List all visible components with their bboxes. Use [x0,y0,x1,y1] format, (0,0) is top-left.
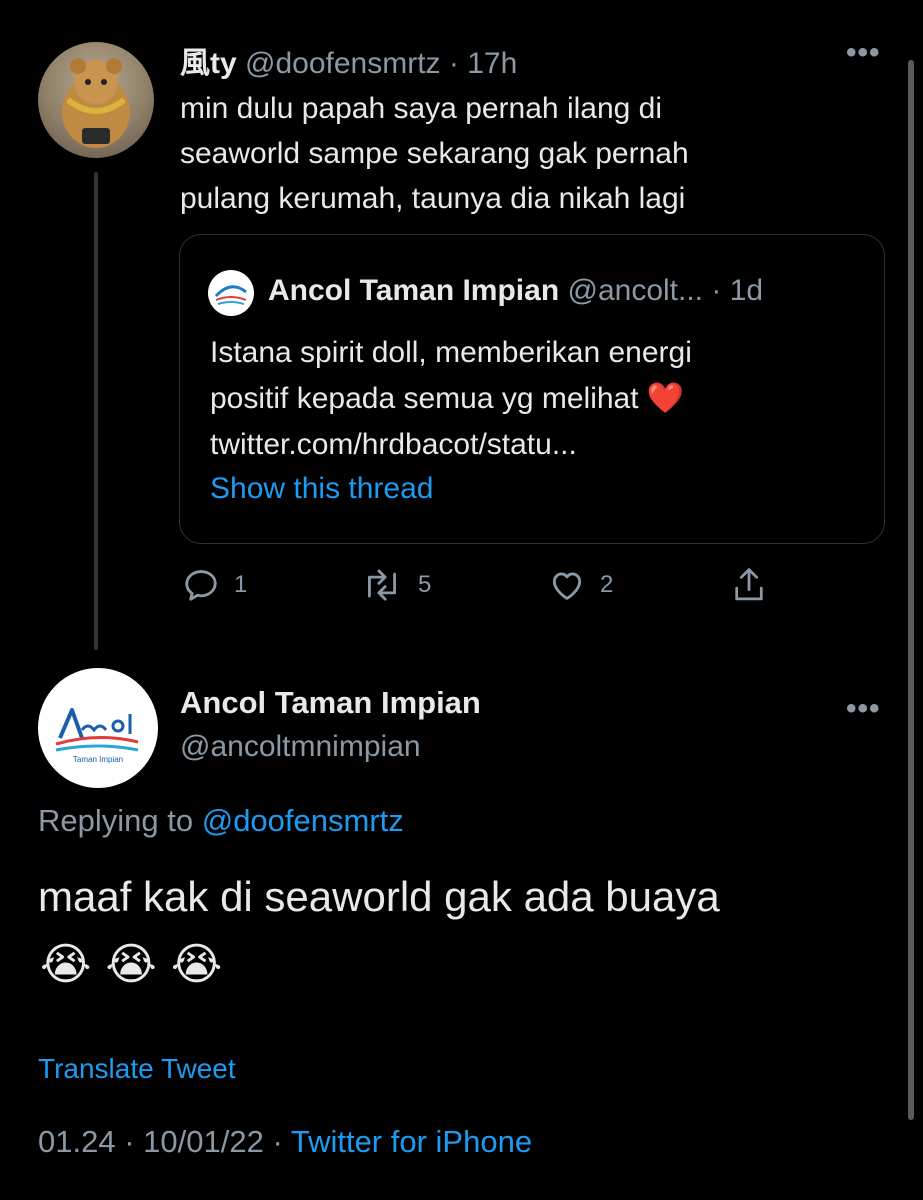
quote-header: Ancol Taman Impian @ancolt... · 1d [268,270,763,312]
meta-separator: · [272,1124,283,1159]
avatar-ancol[interactable]: Taman Impian [38,668,158,788]
scrollbar[interactable] [908,60,914,1120]
retweet-icon [368,569,396,601]
parent-text-line: pulang kerumah, taunya dia nikah lagi [180,182,686,215]
crying-emoji-icon: 😭 [105,940,157,989]
translate-tweet-link[interactable]: Translate Tweet [38,1053,236,1085]
quote-separator: · [711,274,722,307]
parent-separator: · [448,47,459,80]
tweet-time: 01.24 [38,1124,116,1159]
thread-connector-line [94,172,98,650]
main-more-icon[interactable]: ••• [846,692,881,726]
parent-more-icon[interactable]: ••• [846,36,881,70]
crying-emoji-icon: 😭 [170,940,223,989]
parent-time[interactable]: 17h [467,47,517,80]
quote-time[interactable]: 1d [730,274,763,307]
tweet-source-link[interactable]: Twitter for iPhone [291,1124,532,1159]
quote-handle[interactable]: @ancolt... [568,274,704,307]
replying-to: Replying to @doofensmrtz [38,803,404,839]
replying-handle-link[interactable]: @doofensmrtz [202,803,404,838]
quote-text-line: Istana spirit doll, memberikan energi [210,336,692,369]
quote-avatar-ancol[interactable] [208,270,254,316]
plush-avatar-image [62,58,130,148]
replying-label: Replying to [38,803,194,838]
show-thread-link[interactable]: Show this thread [210,472,433,506]
parent-display-name[interactable]: 風ty [180,47,237,80]
ancol-logo-icon: Taman Impian [55,708,139,764]
main-handle[interactable]: @ancoltmnimpian [180,730,421,764]
main-display-name[interactable]: Ancol Taman Impian [180,685,481,721]
avatar-doofensmrtz[interactable] [38,42,154,158]
reply-icon [185,570,217,601]
svg-text:Taman Impian: Taman Impian [73,755,123,764]
share-icon [735,568,763,601]
quote-text: Istana spirit doll, memberikan energi po… [210,330,860,468]
tweet-date: 10/01/22 [143,1124,264,1159]
emoji-row: 😭 😭 😭 [40,938,222,992]
parent-tweet-text: min dulu papah saya pernah ilang di seaw… [180,86,840,221]
parent-tweet-header: 風ty @doofensmrtz · 17h [180,38,517,82]
share-button[interactable] [730,564,768,606]
like-count: 2 [600,571,614,598]
crying-emoji-icon: 😭 [40,940,92,989]
retweet-count: 5 [418,571,432,598]
quote-display-name[interactable]: Ancol Taman Impian [268,274,559,307]
meta-separator: · [124,1124,135,1159]
parent-text-line: min dulu papah saya pernah ilang di [180,92,663,125]
main-tweet-text: maaf kak di seaworld gak ada buaya [38,873,720,920]
reply-count: 1 [234,571,248,598]
reply-button[interactable]: 1 [182,564,247,606]
quote-link-text[interactable]: twitter.com/hrdbacot/statu... [210,422,860,468]
heart-emoji-icon: ❤️ [646,382,685,415]
like-button[interactable]: 2 [548,564,613,606]
ancol-logo-icon [214,285,247,305]
like-icon [552,572,582,600]
quote-text-line: positif kepada semua yg melihat ❤️ [210,382,685,415]
parent-handle[interactable]: @doofensmrtz [245,47,441,80]
tweet-meta: 01.24 · 10/01/22 · Twitter for iPhone [38,1124,532,1160]
parent-text-line: seaworld sampe sekarang gak pernah [180,137,689,170]
retweet-button[interactable]: 5 [360,564,431,606]
